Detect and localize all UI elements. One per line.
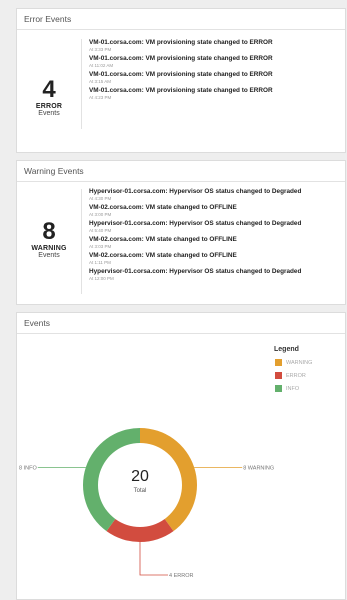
- event-text: VM-01.corsa.com: VM provisioning state c…: [89, 39, 273, 46]
- event-text: Hypervisor-01.corsa.com: Hypervisor OS s…: [89, 188, 302, 195]
- event-text: VM-01.corsa.com: VM provisioning state c…: [89, 71, 273, 78]
- event-time: At 3:15 AM: [89, 79, 112, 84]
- warning-events-panel: Warning Events 8 WARNING Events Hypervis…: [16, 160, 346, 305]
- leader-line-error: [139, 542, 168, 576]
- slice-label-error: 4 ERROR: [169, 573, 193, 579]
- event-time: At 1:11 PM: [89, 260, 111, 265]
- error-event-list: VM-01.corsa.com: VM provisioning state c…: [89, 39, 339, 103]
- list-item[interactable]: Hypervisor-01.corsa.com: Hypervisor OS s…: [89, 268, 339, 281]
- warning-summary: 8 WARNING Events: [17, 218, 81, 260]
- events-panel: Events Legend WARNING ERROR INFO 20 Tota…: [16, 312, 346, 600]
- donut-total-label: Total: [134, 488, 147, 494]
- list-item[interactable]: Hypervisor-01.corsa.com: Hypervisor OS s…: [89, 188, 339, 201]
- list-item[interactable]: Hypervisor-01.corsa.com: Hypervisor OS s…: [89, 220, 339, 233]
- event-time: At 4:30 PM: [89, 196, 112, 201]
- list-item[interactable]: VM-02.corsa.com: VM state changed to OFF…: [89, 236, 339, 249]
- panel-title: Error Events: [17, 9, 345, 30]
- list-item[interactable]: VM-01.corsa.com: VM provisioning state c…: [89, 71, 339, 84]
- divider: [81, 189, 82, 294]
- warning-level: WARNING: [31, 245, 67, 252]
- events-donut-chart: 20 Total 8 WARNING 4 ERROR 8 INFO: [19, 428, 274, 579]
- event-time: At 5:40 PM: [89, 228, 112, 233]
- event-time: At 3:33 PM: [89, 47, 112, 52]
- event-time: At 3:00 PM: [89, 212, 112, 217]
- list-item[interactable]: VM-01.corsa.com: VM provisioning state c…: [89, 87, 339, 100]
- panel-title: Events: [17, 313, 345, 334]
- list-item[interactable]: VM-02.corsa.com: VM state changed to OFF…: [89, 252, 339, 265]
- warning-event-list: Hypervisor-01.corsa.com: Hypervisor OS s…: [89, 188, 339, 284]
- event-time: At 11:02 AM: [89, 63, 114, 68]
- event-text: Hypervisor-01.corsa.com: Hypervisor OS s…: [89, 268, 302, 275]
- event-time: At 12:00 PM: [89, 276, 114, 281]
- error-unit: Events: [38, 110, 60, 117]
- list-item[interactable]: VM-01.corsa.com: VM provisioning state c…: [89, 55, 339, 68]
- slice-label-warning: 8 WARNING: [243, 465, 274, 471]
- error-count: 4: [42, 76, 56, 103]
- divider: [81, 39, 82, 129]
- event-time: At 3:03 PM: [89, 244, 112, 249]
- error-level: ERROR: [35, 103, 63, 110]
- panel-title: Warning Events: [17, 161, 345, 182]
- event-text: VM-01.corsa.com: VM provisioning state c…: [89, 55, 273, 62]
- donut-total-value: 20: [131, 468, 149, 485]
- event-text: VM-02.corsa.com: VM state changed to OFF…: [89, 252, 237, 259]
- error-events-panel: Error Events 4 ERROR Events VM-01.corsa.…: [16, 8, 346, 153]
- error-summary: 4 ERROR Events: [17, 76, 81, 118]
- event-text: VM-01.corsa.com: VM provisioning state c…: [89, 87, 273, 94]
- list-item[interactable]: VM-01.corsa.com: VM provisioning state c…: [89, 39, 339, 52]
- event-text: Hypervisor-01.corsa.com: Hypervisor OS s…: [89, 220, 302, 227]
- event-text: VM-02.corsa.com: VM state changed to OFF…: [89, 236, 237, 243]
- donut-slice-error[interactable]: [106, 518, 174, 542]
- event-time: At 4:23 PM: [89, 95, 112, 100]
- warning-unit: Events: [38, 252, 60, 259]
- warning-count: 8: [42, 218, 56, 245]
- list-item[interactable]: VM-02.corsa.com: VM state changed to OFF…: [89, 204, 339, 217]
- slice-label-info: 8 INFO: [19, 465, 37, 471]
- event-text: VM-02.corsa.com: VM state changed to OFF…: [89, 204, 237, 211]
